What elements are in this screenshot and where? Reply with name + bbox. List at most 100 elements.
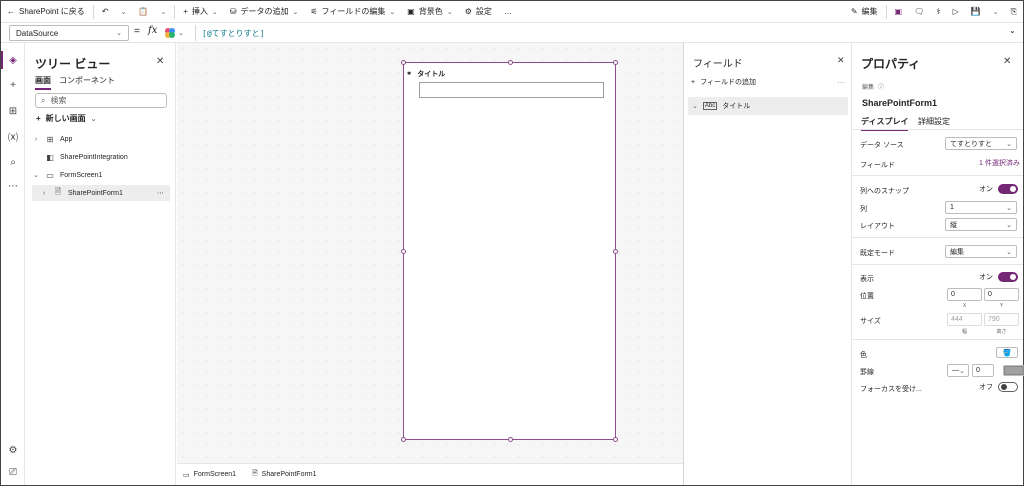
save-button[interactable]: 💾: [965, 1, 987, 23]
paste-button[interactable]: 📋: [132, 1, 154, 23]
resize-handle[interactable]: [508, 60, 513, 65]
form-screen-canvas[interactable]: [401, 60, 618, 442]
chevron-right-icon[interactable]: ›: [40, 190, 48, 197]
tree-view-title: ツリー ビュー: [35, 57, 111, 71]
save-menu-button[interactable]: ⌄: [987, 1, 1005, 23]
variables-icon[interactable]: ⒳: [4, 127, 22, 145]
chevron-right-icon[interactable]: ›: [32, 136, 40, 143]
layout-dropdown[interactable]: 縦 ⌄: [945, 218, 1017, 231]
resize-handle[interactable]: [401, 249, 406, 254]
required-star-icon: ✱: [407, 71, 412, 77]
account-icon[interactable]: ⎚: [4, 463, 22, 481]
fields-selected-link[interactable]: 1 件選択済み: [979, 158, 1020, 168]
fill-color-button[interactable]: 🪣: [996, 347, 1018, 358]
background-color-button[interactable]: ▣ 背景色 ⌄: [401, 1, 458, 23]
publish-button[interactable]: ⎘: [1005, 1, 1023, 23]
help-icon[interactable]: ⓘ: [878, 82, 884, 91]
visible-toggle[interactable]: [998, 272, 1018, 282]
data-card-label: ✱ タイトル: [407, 71, 446, 78]
tab-screens[interactable]: 画面: [35, 75, 51, 90]
tree-item-sharepointform1[interactable]: › 🗎 SharePointForm1 ⋯: [32, 185, 170, 201]
border-color-swatch: [1004, 366, 1024, 375]
resize-handle[interactable]: [613, 249, 618, 254]
property-dropdown[interactable]: DataSource ⌄: [9, 25, 129, 41]
fx-icon: fx: [148, 25, 158, 36]
focus-toggle-group: オフ: [979, 382, 1018, 392]
height-input[interactable]: 790: [984, 313, 1019, 326]
border-width-input[interactable]: 0: [972, 364, 994, 377]
tab-advanced[interactable]: 詳細設定: [918, 116, 950, 127]
paste-menu-button[interactable]: ⌄: [154, 1, 172, 23]
title-text-input[interactable]: [419, 82, 604, 98]
snap-to-columns-label: 列へのスナップ: [860, 188, 909, 195]
resize-handle[interactable]: [613, 60, 618, 65]
insert-button[interactable]: + 挿入 ⌄: [177, 1, 224, 23]
chevron-down-icon: ⌄: [389, 8, 396, 16]
settings-gear-icon[interactable]: ⚙: [4, 441, 22, 459]
new-screen-button[interactable]: + 新しい画面 ⌄: [36, 113, 97, 124]
plus-icon: +: [691, 78, 696, 86]
undo-icon: ↶: [101, 7, 109, 16]
position-x-input[interactable]: 0: [947, 288, 982, 301]
tab-components[interactable]: コンポーネント: [59, 75, 115, 86]
position-y-input[interactable]: 0: [984, 288, 1019, 301]
datasource-dropdown[interactable]: てすとりすと ⌄: [945, 137, 1017, 150]
more-options-icon[interactable]: ⋯: [157, 189, 164, 197]
equals-sign: =: [134, 26, 140, 37]
copilot-button[interactable]: ⌄: [164, 26, 192, 40]
resize-handle[interactable]: [401, 437, 406, 442]
expand-formula-icon[interactable]: ⌄: [1009, 26, 1016, 35]
edit-button[interactable]: ✎ 編集: [845, 1, 884, 23]
border-style-dropdown[interactable]: — ⌄: [947, 364, 969, 377]
breadcrumb-formscreen1[interactable]: ▭ FormScreen1: [183, 471, 236, 479]
more-commands-button[interactable]: …: [498, 1, 518, 23]
chevron-down-icon[interactable]: ⌄: [32, 171, 40, 179]
add-field-button[interactable]: + フィールドの追加: [691, 77, 756, 87]
border-color-button[interactable]: [1003, 365, 1024, 376]
fields-icon: ⚟: [310, 7, 318, 16]
tree-search-input[interactable]: ⌕ 検索: [35, 93, 167, 108]
undo-menu-button[interactable]: ⌄: [115, 1, 133, 23]
position-label: 位置: [860, 293, 874, 300]
resize-handle[interactable]: [508, 437, 513, 442]
app-checker-button[interactable]: ▣: [889, 1, 909, 23]
edit-fields-button[interactable]: ⚟ フィールドの編集 ⌄: [304, 1, 401, 23]
back-to-sharepoint-button[interactable]: ← SharePoint に戻る: [1, 1, 91, 23]
gear-icon: ⚙: [464, 7, 472, 16]
tree-item-formscreen1[interactable]: ⌄ ▭ FormScreen1: [32, 167, 170, 183]
close-icon[interactable]: ✕: [156, 56, 164, 67]
default-mode-dropdown[interactable]: 編集 ⌄: [945, 245, 1017, 258]
close-icon[interactable]: ✕: [837, 55, 845, 66]
search-icon[interactable]: ⌕: [4, 153, 22, 171]
fields-panel: フィールド ✕ + フィールドの追加 ⋯ ⌄ Abc タイトル: [683, 43, 852, 485]
border-label: 罫線: [860, 369, 874, 376]
layers-icon[interactable]: ◈: [4, 51, 22, 69]
snap-to-columns-toggle[interactable]: [998, 184, 1018, 194]
insert-plus-icon[interactable]: +: [4, 76, 22, 94]
tree-item-app[interactable]: › ⊞ App: [32, 131, 170, 147]
publish-icon: ⎘: [1010, 6, 1017, 16]
add-data-button[interactable]: ⛁ データの追加 ⌄: [224, 1, 305, 23]
resize-handle[interactable]: [613, 437, 618, 442]
chevron-down-icon: ⌄: [292, 8, 299, 16]
comments-button[interactable]: 🗨: [908, 1, 930, 23]
focus-toggle[interactable]: [998, 382, 1018, 392]
data-table-icon[interactable]: ⊞: [4, 102, 22, 120]
more-icon[interactable]: ⋯: [4, 177, 22, 195]
resize-handle[interactable]: [401, 60, 406, 65]
app-grid-icon: ⊞: [46, 134, 54, 144]
close-icon[interactable]: ✕: [1003, 56, 1011, 67]
more-options-icon[interactable]: ⋯: [837, 78, 845, 87]
undo-button[interactable]: ↶: [96, 1, 115, 23]
preview-button[interactable]: ▷: [947, 1, 965, 23]
formula-input[interactable]: [@てすとりすと]: [195, 25, 1003, 41]
field-item-title[interactable]: ⌄ Abc タイトル: [688, 97, 848, 115]
tree-item-sharepoint-integration[interactable]: ◧ SharePointIntegration: [32, 149, 170, 165]
chevron-down-icon[interactable]: ⌄: [692, 102, 698, 110]
width-input[interactable]: 444: [947, 313, 982, 326]
settings-button[interactable]: ⚙ 設定: [459, 1, 498, 23]
columns-dropdown[interactable]: 1 ⌄: [945, 201, 1017, 214]
breadcrumb-sharepointform1[interactable]: 🗎 SharePointForm1: [252, 469, 317, 480]
health-check-button[interactable]: ⚕: [930, 1, 946, 23]
default-mode-label: 既定モード: [860, 250, 895, 257]
